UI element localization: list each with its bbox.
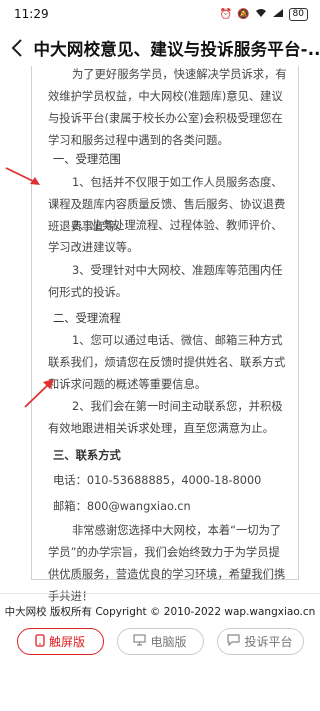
pc-version-label: 电脑版 [150,635,187,649]
speech-bubble-icon [227,634,241,649]
process-item-1: 1、您可以通过电话、微信、邮箱三种方式联系我们，烦请您在反馈时提供姓名、联系方式… [48,334,286,391]
closing-paragraph: 非常感谢您选择中大网校，本着“一切为了学员”的办学宗旨，我们会始终致力于为学员提… [48,524,286,603]
scope-item-2: 2、业务处理流程、过程体验、教师评价、学习改进建议等。 [48,219,283,254]
email-contact: 邮箱：800@wangxiao.cn [53,500,191,513]
process-item-2: 2、我们会在第一时间主动联系您，并积极有效地跟进相关诉求处理，直至您满意为止。 [48,400,283,435]
alarm-icon: ⏰ [219,8,233,20]
monitor-icon [133,634,147,649]
status-icons: ⏰ 🔕 80 [219,7,308,21]
section1-heading: 一、受理范围 [53,153,121,166]
page-header: 中大网校意见、建议与投诉服务平台-... [0,30,320,66]
annotation-arrow-2 [24,379,54,408]
phone-contact: 电话：010-53688885，4000-18-8000 [53,474,262,487]
complaint-platform-label: 投诉平台 [244,635,293,649]
section2-heading: 二、受理流程 [53,312,121,325]
version-switcher: 触屏版 电脑版 投诉平台 [0,628,320,656]
status-bar: 11:29 ⏰ 🔕 80 [0,0,320,28]
wifi-icon [255,8,267,21]
scope-item-3: 3、受理针对中大网校、准题库等范围内任何形式的投诉。 [48,264,283,299]
page-title: 中大网校意见、建议与投诉服务平台-... [33,40,320,59]
mute-icon: 🔕 [237,8,250,20]
annotation-arrow-1 [5,167,40,185]
footer-divider [0,593,320,594]
back-arrow-icon[interactable] [6,37,27,59]
touch-version-button[interactable]: 触屏版 [16,628,104,655]
status-time: 11:29 [14,7,49,21]
battery-icon: 80 [288,7,308,21]
mobile-icon [35,633,45,650]
touch-version-label: 触屏版 [48,635,85,649]
complaint-platform-button[interactable]: 投诉平台 [216,628,304,655]
copyright-text: 中大网校 版权所有 Copyright © 2010-2022 wap.wang… [4,606,316,618]
intro-paragraph: 为了更好服务学员，快速解决学员诉求，有效维护学员权益，中大网校(准题库)意见、建… [48,68,287,147]
section3-heading: 三、联系方式 [53,449,121,462]
pc-version-button[interactable]: 电脑版 [116,628,204,655]
signal-icon [272,8,284,21]
